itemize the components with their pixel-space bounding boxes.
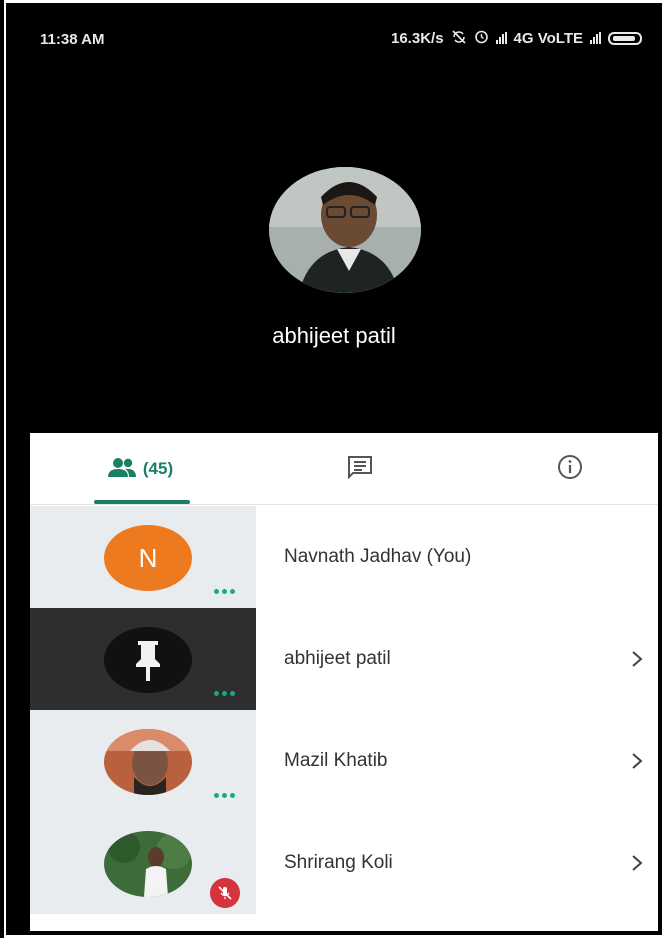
more-dots-icon: [214, 691, 235, 696]
pin-icon: [104, 627, 192, 693]
participant-row[interactable]: N Navnath Jadhav (You): [30, 506, 658, 608]
participant-name: abhijeet patil: [284, 648, 391, 669]
participants-sheet: (45) N Navnath Jadhav (You) abhijeet pat…: [30, 433, 658, 931]
tab-chat[interactable]: [320, 433, 400, 505]
more-dots-icon: [214, 589, 235, 594]
tab-bar: (45): [30, 433, 658, 505]
network-type: 4G VoLTE: [513, 29, 583, 47]
battery-icon: [608, 31, 642, 45]
phone-screen: 11:38 AM 16.3K/s 4G VoLTE abhijeet patil…: [6, 3, 662, 935]
participant-row[interactable]: Mazil Khatib: [30, 710, 658, 812]
avatar-letter: N: [104, 525, 192, 591]
participant-name: Mazil Khatib: [284, 750, 388, 771]
alarm-icon: [474, 29, 489, 47]
participant-tile: N: [30, 506, 256, 608]
more-dots-icon: [214, 793, 235, 798]
signal-icon-2: [590, 32, 601, 44]
caller-name: abhijeet patil: [272, 323, 396, 348]
participant-row[interactable]: Shrirang Koli: [30, 812, 658, 914]
participant-tile: [30, 710, 256, 812]
avatar: [104, 627, 192, 693]
status-time: 11:38 AM: [40, 31, 105, 48]
status-bar: 11:38 AM 16.3K/s 4G VoLTE: [10, 7, 658, 67]
chevron-right-icon[interactable]: [630, 812, 644, 914]
chevron-right-icon[interactable]: [630, 608, 644, 710]
tab-info[interactable]: [535, 433, 605, 505]
participant-list: N Navnath Jadhav (You) abhijeet patil Ma…: [30, 506, 658, 914]
participant-name: Shrirang Koli: [284, 852, 393, 873]
avatar: [104, 831, 192, 897]
network-speed: 16.3K/s: [391, 29, 444, 47]
avatar: N: [104, 525, 192, 591]
people-icon: [107, 457, 137, 482]
participant-row[interactable]: abhijeet patil: [30, 608, 658, 710]
left-border: [0, 0, 4, 938]
tab-active-indicator: [94, 500, 190, 504]
people-count: (45): [142, 459, 174, 478]
sync-off-icon: [451, 29, 467, 47]
info-icon: [557, 454, 583, 485]
chat-icon: [347, 455, 373, 484]
participant-tile: [30, 812, 256, 914]
caller-avatar: [269, 167, 421, 293]
avatar: [104, 729, 192, 795]
tab-people[interactable]: (45): [90, 433, 190, 505]
participant-name: Navnath Jadhav (You): [284, 546, 472, 567]
participant-tile: [30, 608, 256, 710]
mic-muted-icon: [210, 878, 240, 908]
status-indicators: 16.3K/s 4G VoLTE: [391, 29, 642, 47]
signal-icon: [495, 32, 507, 44]
chevron-right-icon[interactable]: [630, 710, 644, 812]
